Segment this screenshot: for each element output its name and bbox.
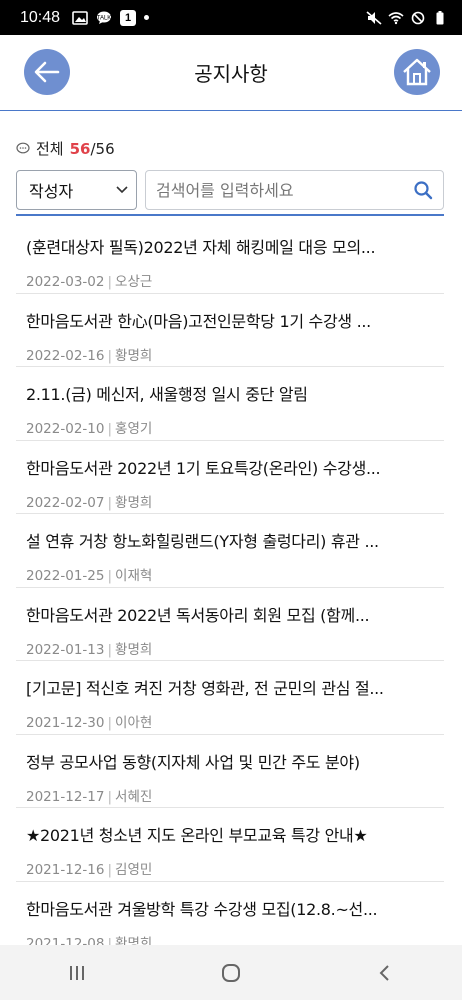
app-header: 공지사항 bbox=[0, 35, 462, 111]
notice-meta: 2022-02-10 | 홍영기 bbox=[26, 417, 434, 437]
notice-title: ★2021년 청소년 지도 온라인 부모교육 특강 안내★ bbox=[26, 826, 368, 845]
recent-apps-button[interactable] bbox=[47, 953, 107, 993]
search-box bbox=[145, 170, 444, 210]
notice-date: 2021-12-16 bbox=[26, 862, 105, 878]
notice-title: 한마음도서관 2022년 1기 토요특강(온라인) 수강생... bbox=[26, 458, 381, 478]
notice-date: 2022-03-02 bbox=[26, 274, 105, 290]
search-icon[interactable] bbox=[413, 180, 433, 200]
meta-separator: | bbox=[107, 421, 113, 437]
notice-author: 서혜진 bbox=[115, 788, 153, 805]
notice-meta: 2021-12-16 | 김영민 bbox=[26, 858, 434, 878]
post-count: 전체 56/56 bbox=[16, 138, 115, 159]
notice-item[interactable]: 2.11.(금) 메신저, 새울행정 일시 중단 알림 2022-02-10 | 홍영… bbox=[16, 367, 444, 441]
notice-author: 이재혁 bbox=[115, 568, 153, 584]
shown-count: 56 bbox=[69, 139, 91, 158]
back-nav-button[interactable] bbox=[355, 953, 415, 993]
meta-separator: | bbox=[107, 641, 113, 658]
gallery-icon bbox=[72, 10, 88, 25]
notice-item[interactable]: 한마음도서관 한心(마음)고전인문학당 1기 수강생 ... 2022-02-16… bbox=[16, 294, 444, 367]
notice-author: 김영민 bbox=[115, 862, 153, 878]
notice-meta: 2022-01-13 | 황명희 bbox=[26, 638, 434, 658]
notice-item[interactable]: (훈련대상자 필독)2022년 자체 해킹메일 대응 모의... 2022-03-… bbox=[16, 220, 444, 294]
notice-date: 2022-02-07 bbox=[26, 494, 105, 511]
notice-date: 2022-02-16 bbox=[26, 347, 105, 364]
status-bar: 10:48 TALK 1 bbox=[0, 0, 462, 35]
system-icons bbox=[366, 10, 448, 25]
notice-title: 2.11.(금) 메신저, 새울행정 일시 중단 알림 bbox=[26, 385, 308, 404]
search-filter-select[interactable]: 작성자 bbox=[16, 170, 137, 210]
notice-item[interactable]: ★2021년 청소년 지도 온라인 부모교육 특강 안내★ 2021-12-16 |… bbox=[16, 808, 444, 882]
recent-apps-icon bbox=[70, 965, 84, 980]
notice-meta: 2022-03-02 | 오상근 bbox=[26, 270, 434, 290]
mute-icon bbox=[366, 10, 382, 25]
notice-date: 2022-01-25 bbox=[26, 568, 105, 584]
total-label: 전체 bbox=[36, 140, 64, 158]
svg-text:TALK: TALK bbox=[97, 15, 112, 21]
notice-meta: 2022-02-16 | 황명희 bbox=[26, 344, 434, 364]
notice-author: 황명희 bbox=[115, 641, 153, 658]
notification-badge: 1 bbox=[120, 9, 137, 26]
notice-title: 한마음도서관 겨울방학 특강 수강생 모집(12.8.~선... bbox=[26, 899, 378, 919]
notice-title: 한마음도서관 2022년 독서동아리 회원 모집 (함께... bbox=[26, 605, 370, 625]
meta-separator: | bbox=[107, 494, 113, 511]
total-count: 56 bbox=[95, 139, 115, 158]
meta-separator: | bbox=[107, 347, 113, 364]
notice-date: 2021-12-30 bbox=[26, 715, 105, 731]
home-icon bbox=[403, 58, 431, 86]
notice-author: 황명희 bbox=[115, 347, 153, 364]
notice-item[interactable]: 설 연휴 거창 항노화힐링랜드(Y자형 출렁다리) 휴관 ... 2022-01-… bbox=[16, 514, 444, 588]
notice-date: 2022-02-10 bbox=[26, 421, 105, 437]
back-button[interactable] bbox=[24, 49, 70, 95]
chevron-down-icon bbox=[116, 186, 128, 194]
meta-separator: | bbox=[107, 568, 113, 584]
arrow-left-icon bbox=[34, 61, 60, 83]
notice-item[interactable]: 한마음도서관 겨울방학 특강 수강생 모집(12.8.~선... 2021-12-… bbox=[16, 882, 444, 956]
notice-title: (훈련대상자 필독)2022년 자체 해킹메일 대응 모의... bbox=[26, 238, 376, 257]
no-sim-icon bbox=[411, 11, 425, 24]
notice-title: 정부 공모사업 동향(지자체 사업 및 민간 주도 분야) bbox=[26, 752, 360, 772]
search-input[interactable] bbox=[156, 180, 413, 200]
page-title: 공지사항 bbox=[194, 62, 268, 86]
notice-title: 설 연휴 거창 항노화힐링랜드(Y자형 출렁다리) 휴관 ... bbox=[26, 532, 379, 551]
search-filter-value: 작성자 bbox=[29, 182, 74, 201]
notice-author: 황명희 bbox=[115, 494, 153, 511]
notice-item[interactable]: 한마음도서관 2022년 독서동아리 회원 모집 (함께... 2022-01-1… bbox=[16, 588, 444, 661]
meta-separator: | bbox=[107, 788, 113, 805]
notice-title: [기고문] 적신호 켜진 거창 영화관, 전 군민의 관심 절... bbox=[26, 679, 384, 698]
notice-meta: 2022-01-25 | 이재혁 bbox=[26, 564, 434, 584]
search-row: 작성자 bbox=[16, 170, 444, 210]
notice-date: 2021-12-17 bbox=[26, 788, 105, 805]
home-circle-icon bbox=[222, 963, 240, 982]
notice-item[interactable]: 정부 공모사업 동향(지자체 사업 및 민간 주도 분야) 2021-12-17 |… bbox=[16, 735, 444, 808]
notice-item[interactable]: [기고문] 적신호 켜진 거창 영화관, 전 군민의 관심 절... 2021-1… bbox=[16, 661, 444, 735]
home-nav-button[interactable] bbox=[201, 953, 261, 993]
speech-bubble-icon bbox=[16, 142, 30, 154]
chat-icon: TALK bbox=[97, 11, 112, 24]
notice-author: 이아현 bbox=[115, 715, 153, 731]
list-divider bbox=[16, 214, 444, 216]
status-time: 10:48 bbox=[20, 8, 61, 26]
wifi-icon bbox=[388, 11, 404, 24]
notice-meta: 2021-12-17 | 서혜진 bbox=[26, 785, 434, 805]
battery-icon bbox=[436, 10, 444, 24]
meta-separator: | bbox=[107, 715, 113, 731]
notice-item[interactable]: 한마음도서관 2022년 1기 토요특강(온라인) 수강생... 2022-02-… bbox=[16, 441, 444, 514]
more-notifications-dot bbox=[144, 15, 150, 20]
meta-separator: | bbox=[107, 862, 113, 878]
notice-meta: 2022-02-07 | 황명희 bbox=[26, 491, 434, 511]
back-chevron-icon bbox=[379, 964, 389, 981]
count-values: 56/56 bbox=[70, 140, 115, 158]
notice-date: 2022-01-13 bbox=[26, 641, 105, 658]
notification-icons: TALK 1 bbox=[72, 9, 150, 26]
notice-meta: 2021-12-30 | 이아현 bbox=[26, 711, 434, 731]
home-button[interactable] bbox=[394, 49, 440, 95]
notice-author: 오상근 bbox=[115, 274, 153, 290]
notice-title: 한마음도서관 한心(마음)고전인문학당 1기 수강생 ... bbox=[26, 311, 371, 331]
meta-separator: | bbox=[107, 274, 113, 290]
notice-list: (훈련대상자 필독)2022년 자체 해킹메일 대응 모의... 2022-03-… bbox=[16, 220, 444, 955]
system-nav-bar bbox=[0, 945, 462, 1000]
notice-author: 홍영기 bbox=[115, 421, 153, 437]
